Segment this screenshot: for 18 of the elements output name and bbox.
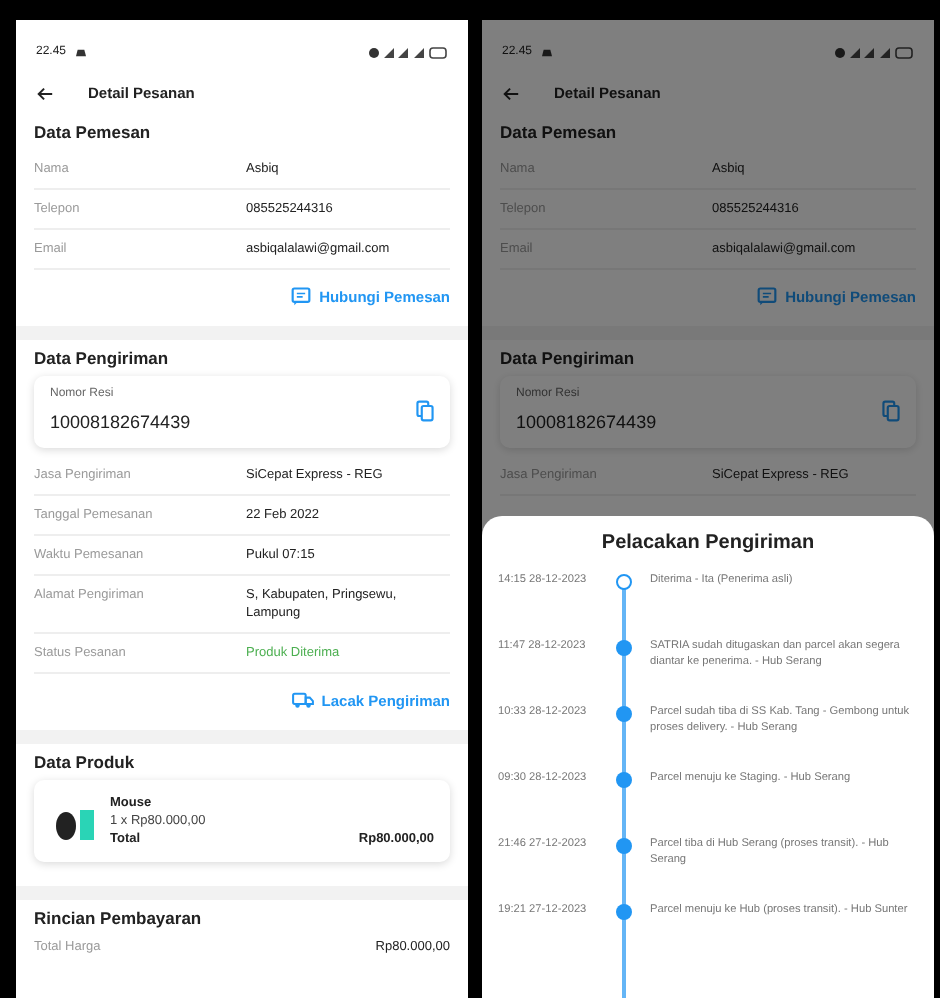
status-icons-drawing [368,45,448,59]
section-title: Data Pemesan [34,122,153,142]
sheet-title: Pelacakan Pengiriman [599,532,817,554]
tracking-number: 10008182674439 [516,412,657,432]
section-title: Data Pengiriman [500,348,637,368]
section-title: Data Pemesan [500,122,619,142]
chat-icon [289,286,312,306]
tracking-number: 10008182674439 [50,412,191,432]
chat-icon [755,286,778,306]
truck-icon [291,690,314,710]
notification-icon [74,47,89,57]
section-title: Data Pengiriman [34,348,171,368]
notification-icon [540,47,555,57]
back-arrow-icon[interactable] [36,85,54,101]
status-icons-drawing [834,45,914,59]
section-title: Rincian Pembayaran [34,908,204,928]
copy-icon[interactable] [416,399,434,421]
section-title: Data Produk [34,752,137,772]
